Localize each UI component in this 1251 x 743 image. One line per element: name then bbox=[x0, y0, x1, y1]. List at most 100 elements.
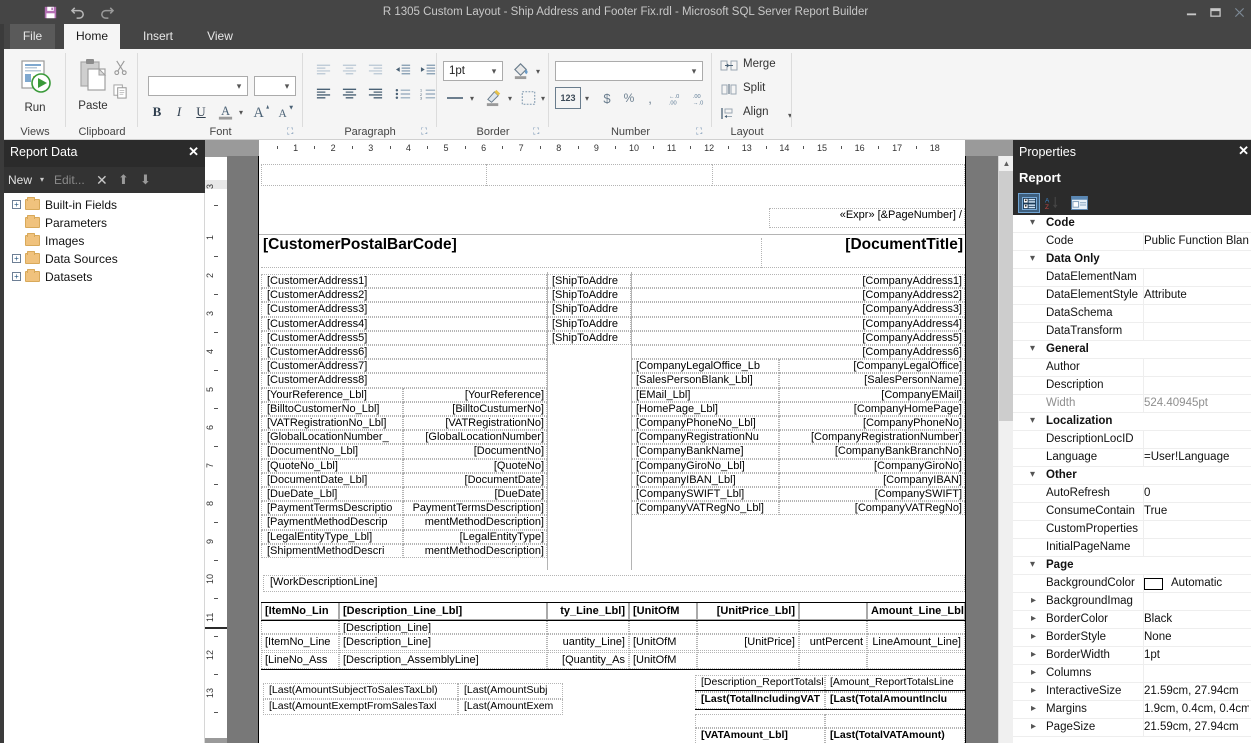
lines-table-header-cell[interactable]: ty_Line_Lbl] bbox=[547, 602, 629, 620]
thousands-separator-button[interactable]: , bbox=[641, 87, 659, 109]
postal-barcode-field[interactable]: [CustomerPostalBarCode] bbox=[261, 238, 761, 268]
field-value[interactable]: [CompanyHomePage] bbox=[779, 401, 965, 416]
align-top-right-button[interactable] bbox=[363, 59, 387, 81]
lines-table-cell[interactable]: [UnitOfM bbox=[629, 634, 697, 651]
ship-to-address-field[interactable]: [ShipToAddre bbox=[547, 330, 631, 345]
chevron-right-icon[interactable]: ▸ bbox=[1031, 685, 1036, 696]
lines-table-cell[interactable]: [Description_AssemblyLine] bbox=[339, 652, 547, 669]
color-swatch[interactable] bbox=[1144, 578, 1163, 590]
categorized-icon[interactable] bbox=[1018, 193, 1040, 213]
lines-table-cell[interactable]: [Quantity_As bbox=[547, 652, 629, 669]
lines-table-cell[interactable]: [UnitPrice] bbox=[697, 634, 799, 651]
number-format-combo[interactable]: ▾ bbox=[555, 61, 703, 81]
lines-table-cell[interactable] bbox=[867, 620, 965, 634]
chevron-down-icon[interactable]: ▾ bbox=[1030, 559, 1035, 570]
field-label[interactable]: [CompanyPhoneNo_Lbl] bbox=[631, 416, 779, 431]
totals-value[interactable]: [Last(TotalAmountInclu bbox=[825, 692, 965, 709]
split-label[interactable]: Split bbox=[743, 82, 765, 94]
field-label[interactable]: [CompanyLegalOffice_Lb bbox=[631, 359, 779, 374]
company-address-field[interactable]: [CompanyAddress5] bbox=[631, 330, 965, 345]
increase-decimals-button[interactable]: ←.0.00 bbox=[663, 87, 685, 109]
minimize-button[interactable] bbox=[1179, 0, 1203, 24]
property-category-row[interactable]: ▾ Code bbox=[1013, 215, 1251, 233]
field-value[interactable]: [CompanyPhoneNo] bbox=[779, 416, 965, 431]
field-label[interactable]: [EMail_Lbl] bbox=[631, 387, 779, 402]
field-value[interactable]: PaymentTermsDescription] bbox=[403, 501, 547, 516]
field-label[interactable]: [CompanyVATRegNo_Lbl] bbox=[631, 501, 779, 516]
field-label[interactable]: [CompanySWIFT_Lbl] bbox=[631, 487, 779, 502]
property-value[interactable]: =User!Language bbox=[1144, 451, 1249, 463]
field-value[interactable]: [CompanyLegalOffice] bbox=[779, 359, 965, 374]
property-row[interactable]: Code Public Function BlankZ bbox=[1013, 233, 1251, 251]
italic-button[interactable]: I bbox=[169, 102, 189, 122]
lines-table-cell[interactable]: uantity_Line] bbox=[547, 634, 629, 651]
chevron-right-icon[interactable]: ▸ bbox=[1031, 703, 1036, 714]
totals-spacer[interactable] bbox=[695, 714, 825, 728]
company-address-field[interactable]: [CompanyAddress4] bbox=[631, 316, 965, 331]
property-value[interactable]: 21.59cm, 27.94cm bbox=[1144, 685, 1249, 697]
page-number-expression[interactable]: «Expr» [&PageNumber] / bbox=[769, 208, 965, 228]
field-value[interactable]: [DocumentDate] bbox=[403, 472, 547, 487]
property-value[interactable]: Black bbox=[1144, 613, 1249, 625]
lines-table-cell[interactable] bbox=[629, 620, 697, 634]
cut-icon[interactable] bbox=[110, 57, 130, 77]
scroll-up-icon[interactable]: ▲ bbox=[999, 156, 1014, 171]
property-row[interactable]: DataElementStyle Attribute bbox=[1013, 287, 1251, 305]
ship-to-address-field[interactable]: [ShipToAddre bbox=[547, 316, 631, 331]
field-label[interactable]: [GlobalLocationNumber_ bbox=[261, 430, 403, 445]
customer-address-field[interactable]: [CustomerAddress7] bbox=[261, 359, 547, 374]
property-value[interactable]: 524.40945pt bbox=[1144, 397, 1249, 409]
customer-address-field[interactable]: [CustomerAddress8] bbox=[261, 373, 547, 388]
tax-value[interactable]: [Last(AmountExem bbox=[458, 699, 563, 715]
property-row[interactable]: DescriptionLocID bbox=[1013, 431, 1251, 449]
new-button[interactable]: New bbox=[8, 170, 32, 190]
canvas-vertical-scrollbar[interactable]: ▲ bbox=[998, 156, 1014, 743]
save-icon[interactable] bbox=[40, 2, 60, 22]
expand-icon[interactable]: + bbox=[12, 254, 21, 263]
report-canvas[interactable]: «Expr» [&PageNumber] / [CustomerPostalBa… bbox=[258, 156, 966, 743]
tab-insert[interactable]: Insert bbox=[131, 24, 185, 49]
field-value[interactable]: [DocumentNo] bbox=[403, 444, 547, 459]
chevron-right-icon[interactable]: ▸ bbox=[1031, 613, 1036, 624]
company-address-field[interactable]: [CompanyAddress1] bbox=[631, 274, 965, 289]
field-label[interactable]: [BilltoCustomerNo_Lbl] bbox=[261, 401, 403, 416]
split-icon[interactable] bbox=[717, 80, 741, 98]
property-row[interactable]: ConsumeContain True bbox=[1013, 503, 1251, 521]
tax-label[interactable]: [Last(AmountSubjectToSalesTaxLbl) bbox=[263, 683, 458, 699]
field-value[interactable]: mentMethodDescription] bbox=[403, 543, 547, 558]
chevron-down-icon[interactable]: ▾ bbox=[1030, 343, 1035, 354]
bulleted-list-button[interactable] bbox=[391, 83, 415, 105]
field-value[interactable]: [GlobalLocationNumber] bbox=[403, 430, 547, 445]
totals-label[interactable]: [VATAmount_Lbl] bbox=[695, 728, 825, 743]
properties-grid[interactable]: ▾ Code Code Public Function BlankZ ▾ Data Onl… bbox=[1013, 215, 1251, 743]
lines-table-header-cell[interactable]: Amount_Line_Lbl] bbox=[867, 602, 965, 620]
lines-table-cell[interactable]: LineAmount_Line] bbox=[867, 634, 965, 651]
property-row[interactable]: BackgroundColor Automatic bbox=[1013, 575, 1251, 593]
borders-dropdown-arrow[interactable]: ▾ bbox=[538, 87, 548, 109]
chevron-down-icon[interactable]: ▾ bbox=[1030, 253, 1035, 264]
field-label[interactable]: [SalesPersonBlank_Lbl] bbox=[631, 373, 779, 388]
chevron-down-icon[interactable]: ▾ bbox=[1030, 469, 1035, 480]
property-value[interactable]: Public Function BlankZ bbox=[1144, 235, 1249, 247]
field-label[interactable]: [PaymentTermsDescriptio bbox=[261, 501, 403, 516]
field-value[interactable]: [CompanySWIFT] bbox=[779, 487, 965, 502]
underline-button[interactable]: U bbox=[191, 102, 211, 122]
ship-to-address-field[interactable]: [ShipToAddre bbox=[547, 302, 631, 317]
grow-font-button[interactable]: A bbox=[250, 100, 272, 123]
align-top-center-button[interactable] bbox=[337, 59, 361, 81]
property-row[interactable]: AutoRefresh 0 bbox=[1013, 485, 1251, 503]
chevron-down-icon[interactable]: ▾ bbox=[1030, 217, 1035, 228]
property-category-row[interactable]: ▾ Other bbox=[1013, 467, 1251, 485]
chevron-right-icon[interactable]: ▸ bbox=[1031, 631, 1036, 642]
property-row[interactable]: CustomProperties bbox=[1013, 521, 1251, 539]
tax-label[interactable]: [Last(AmountExemptFromSalesTaxl bbox=[263, 699, 458, 715]
tree-node-datasets[interactable]: + Datasets bbox=[12, 268, 92, 285]
border-dialog-launcher[interactable]: ⛶ bbox=[533, 126, 543, 136]
work-description-field[interactable]: [WorkDescriptionLine] bbox=[263, 575, 965, 592]
field-value[interactable]: [LegalEntityType] bbox=[403, 529, 547, 544]
arrow-down-icon[interactable]: ⬇ bbox=[140, 170, 151, 190]
property-row[interactable]: ▸ Margins 1.9cm, 0.4cm, 0.4cm, 1cm bbox=[1013, 701, 1251, 719]
field-value[interactable]: [CompanyVATRegNo] bbox=[779, 501, 965, 516]
property-value[interactable]: 1.9cm, 0.4cm, 0.4cm, 1cm bbox=[1144, 703, 1249, 715]
close-button[interactable] bbox=[1227, 0, 1251, 24]
